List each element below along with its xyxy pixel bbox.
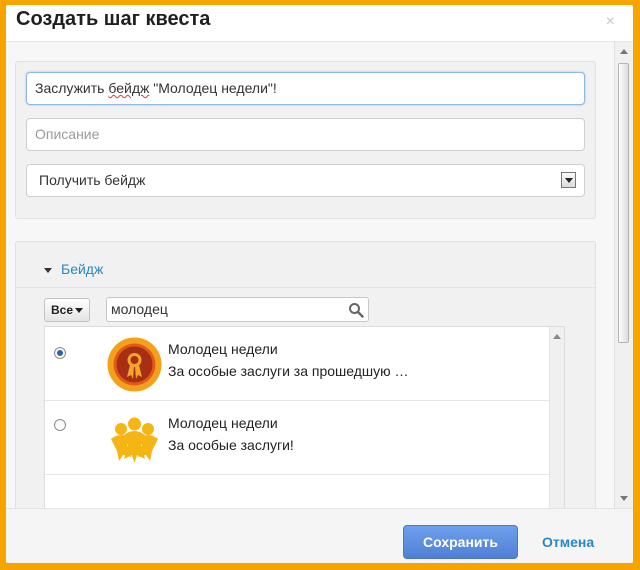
badge-search-input[interactable]: молодец [106, 297, 369, 322]
collapse-caret-icon[interactable] [44, 268, 52, 273]
people-group-icon [107, 411, 162, 466]
badge-panel: Бейдж Все молодец Молодец недели За особ… [15, 241, 596, 508]
scroll-up-arrow-icon[interactable] [553, 334, 561, 339]
badge-list-item[interactable]: Молодец недели За особые заслуги! [45, 401, 551, 475]
dialog-footer: Сохранить Отмена [6, 508, 633, 563]
cancel-link[interactable]: Отмена [542, 534, 594, 550]
step-name-misspelled-word: бейдж [108, 80, 150, 96]
list-scrollbar[interactable] [549, 327, 564, 508]
badge-section-title[interactable]: Бейдж [61, 261, 103, 277]
scroll-up-arrow-icon[interactable] [620, 49, 628, 54]
step-name-prefix: Заслужить [35, 80, 109, 96]
scroll-down-arrow-icon[interactable] [620, 496, 628, 501]
search-value: молодец [111, 301, 168, 317]
badge-list-item[interactable]: Молодец недели За особые заслуги за прош… [45, 327, 551, 401]
filter-label: Все [51, 303, 74, 317]
step-name-suffix: "Молодец недели"! [149, 80, 277, 96]
dialog-title: Создать шаг квеста [16, 8, 211, 30]
filter-dropdown-button[interactable]: Все [44, 298, 90, 322]
badge-description: За особые заслуги за прошедшую … [168, 363, 409, 379]
step-details-panel: Заслужить бейдж "Молодец недели"! Описан… [15, 61, 596, 219]
badge-radio[interactable] [54, 419, 66, 431]
step-name-input[interactable]: Заслужить бейдж "Молодец недели"! [26, 72, 585, 105]
save-button[interactable]: Сохранить [403, 525, 518, 559]
badge-name: Молодец недели [168, 415, 278, 431]
dropdown-arrow-icon [75, 308, 83, 313]
close-icon[interactable]: × [606, 13, 615, 31]
chevron-down-icon[interactable] [561, 172, 576, 188]
description-input[interactable]: Описание [26, 118, 585, 151]
dialog-scrollbar[interactable] [614, 42, 633, 508]
scrollbar-thumb[interactable] [618, 63, 629, 343]
badge-list[interactable]: Молодец недели За особые заслуги за прош… [44, 326, 565, 508]
badge-name: Молодец недели [168, 341, 278, 357]
badge-description: За особые заслуги! [168, 437, 294, 453]
action-select[interactable]: Получить бейдж [26, 164, 585, 197]
badge-section-header[interactable]: Бейдж [16, 242, 595, 288]
badge-radio-selected[interactable] [54, 347, 66, 359]
action-select-value: Получить бейдж [39, 172, 146, 188]
dialog-content[interactable]: Заслужить бейдж "Молодец недели"! Описан… [6, 42, 614, 508]
search-icon[interactable] [348, 302, 364, 318]
create-quest-step-dialog: Создать шаг квеста × Заслужить бейдж "Мо… [6, 5, 633, 563]
ribbon-medal-icon [107, 337, 162, 392]
